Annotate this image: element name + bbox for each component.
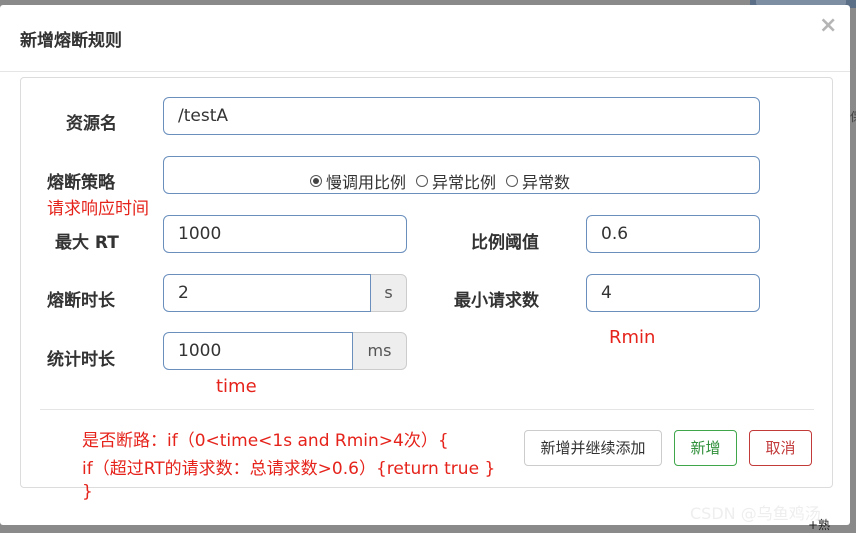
- modal-header: 新增熔断规则 ×: [0, 5, 850, 72]
- duration-input[interactable]: 2: [163, 274, 371, 312]
- min-requests-input[interactable]: 4: [586, 274, 760, 312]
- cancel-button[interactable]: 取消: [749, 430, 812, 466]
- csdn-watermark: CSDN @乌鱼鸡汤: [690, 504, 821, 523]
- radio-label-error-ratio: 异常比例: [432, 173, 497, 192]
- ratio-threshold-input[interactable]: 0.6: [586, 215, 760, 253]
- stat-duration-unit: ms: [353, 332, 407, 370]
- min-requests-label: 最小请求数: [454, 291, 539, 311]
- max-rt-input[interactable]: 1000: [163, 215, 407, 253]
- annotation-logic-line2: if（超过RT的请求数：总请求数>0.6）{return true }: [82, 459, 496, 479]
- radio-slow-ratio[interactable]: 慢调用比例: [310, 169, 406, 193]
- close-icon[interactable]: ×: [819, 13, 837, 38]
- radio-unselected-icon: [416, 175, 429, 187]
- strategy-radio-group: 慢调用比例 异常比例 异常数: [310, 169, 570, 193]
- resource-input[interactable]: /testA: [163, 97, 760, 135]
- ratio-threshold-label: 比例阈值: [471, 233, 539, 253]
- background-edge-text: 保: [850, 108, 856, 125]
- resource-label: 资源名: [66, 114, 117, 134]
- radio-label-slow-ratio: 慢调用比例: [326, 173, 407, 192]
- footer-divider: [40, 409, 814, 410]
- annotation-response-time: 请求响应时间: [47, 199, 149, 219]
- duration-unit: s: [371, 274, 407, 312]
- annotation-logic-line3: }: [82, 482, 93, 502]
- stat-duration-label: 统计时长: [47, 350, 115, 370]
- modal-title: 新增熔断规则: [20, 31, 122, 51]
- annotation-time: time: [216, 376, 257, 397]
- radio-selected-icon: [310, 175, 322, 187]
- radio-unselected-icon: [506, 175, 519, 187]
- annotation-logic-line1: 是否断路：if（0<time<1s and Rmin>4次）{: [82, 431, 449, 451]
- radio-error-ratio[interactable]: 异常比例: [416, 169, 496, 193]
- background-bottom-text: +熟: [808, 518, 831, 532]
- max-rt-label: 最大 RT: [55, 233, 119, 253]
- rule-modal: 新增熔断规则 × 资源名 /testA 熔断策略 慢调用比例 异常比例 异常数 …: [0, 5, 850, 525]
- strategy-label: 熔断策略: [47, 173, 115, 193]
- add-button[interactable]: 新增: [674, 430, 737, 466]
- radio-error-count[interactable]: 异常数: [506, 169, 570, 193]
- stat-duration-input[interactable]: 1000: [163, 332, 353, 370]
- radio-label-error-count: 异常数: [522, 173, 571, 192]
- add-and-continue-button[interactable]: 新增并继续添加: [524, 430, 662, 466]
- annotation-rmin: Rmin: [609, 327, 656, 348]
- duration-label: 熔断时长: [47, 291, 115, 311]
